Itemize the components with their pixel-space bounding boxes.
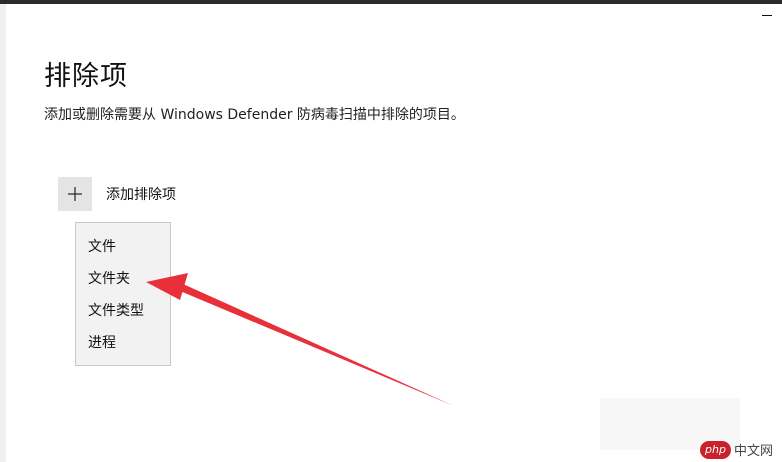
page-title: 排除项 (44, 61, 128, 92)
watermark: php 中文网 (700, 440, 773, 459)
window: 排除项 添加或删除需要从 Windows Defender 防病毒扫描中排除的项… (0, 0, 782, 462)
menu-item-file-type[interactable]: 文件类型 (76, 295, 170, 327)
window-top-border (0, 0, 782, 4)
menu-item-folder[interactable]: 文件夹 (76, 263, 170, 295)
add-exclusion-row[interactable]: 添加排除项 (58, 177, 176, 211)
menu-item-file[interactable]: 文件 (76, 231, 170, 263)
exclusion-type-menu: 文件 文件夹 文件类型 进程 (75, 222, 171, 366)
add-exclusion-button[interactable] (58, 177, 92, 211)
menu-item-process[interactable]: 进程 (76, 327, 170, 359)
watermark-text: 中文网 (733, 444, 773, 459)
add-exclusion-label: 添加排除项 (106, 187, 176, 203)
watermark-badge: php (700, 440, 731, 459)
left-pane-edge (0, 4, 6, 462)
minimize-button[interactable] (760, 8, 774, 22)
plus-icon (68, 187, 82, 201)
annotation-arrow-shaft (180, 284, 454, 406)
page-description: 添加或删除需要从 Windows Defender 防病毒扫描中排除的项目。 (44, 107, 465, 123)
minimize-icon (762, 14, 772, 16)
